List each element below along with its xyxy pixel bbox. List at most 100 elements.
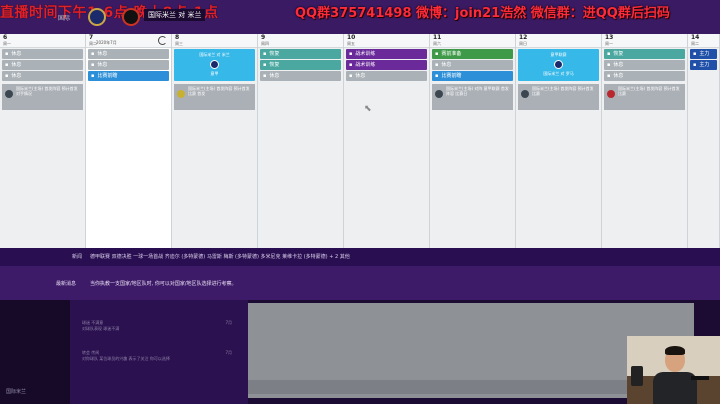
training-session[interactable]: ▪ 休息 [88, 49, 169, 59]
inbox-item[interactable]: 转会 传闻 对你球队 某位球员的兴趣 表示了关注 你可以选择 7月 [82, 350, 232, 362]
match-fixture-card[interactable]: 意甲联赛 国际米兰 对 罗马 [518, 49, 599, 81]
team-badge-icon [607, 90, 615, 98]
inbox-list: 球迷 不满意 对球队表现 球迷不满 7月 转会 传闻 对你球队 某位球员的兴趣 … [70, 300, 248, 404]
day-header: 12 周日 [516, 34, 601, 48]
day-header: 7 周二 2020年7月 [86, 34, 171, 48]
day-weekday: 周五 [347, 41, 355, 46]
calendar-day-10[interactable]: 10 周五 ▪ 战术训练 ▪ 战术训练 ▪ 休息 [344, 34, 430, 248]
session-label: 休息 [269, 73, 280, 79]
session-label: 休息 [613, 73, 624, 79]
lineup-card[interactable]: 国际米兰(主场) 首发阵容 预计首发 比赛 首发 [174, 84, 255, 110]
day-header: 9 周四 [258, 34, 343, 48]
contact-overlay: QQ群375741498 微博：join21浩然 微信群：进QQ群后扫码 [295, 6, 670, 21]
session-label: 恢复 [269, 51, 280, 57]
streamer-webcam [627, 336, 720, 404]
training-session[interactable]: ▪ 休息 [2, 71, 83, 81]
session-icon: ▪ [5, 62, 9, 68]
session-label: 休息 [11, 51, 22, 57]
team-badge-icon [5, 90, 13, 98]
calendar-day-14[interactable]: 14 周二 ▪ 主力 ▪ 主力 [688, 34, 720, 248]
training-session[interactable]: ▪ 主力 [690, 49, 717, 59]
refresh-icon[interactable] [158, 36, 167, 45]
lineup-card[interactable]: 国际米兰(主场) 对阵 意甲联赛 首发阵容 比赛日 [432, 84, 513, 110]
fixture-title: 国际米兰 对 米兰 [199, 52, 230, 57]
calendar-day-7[interactable]: 7 周二 2020年7月 ▪ 休息 ▪ 休息 ▪ 比赛前瞻 [86, 34, 172, 248]
lineup-card[interactable]: 国际米兰(主场) 首发阵容 预计首发 比赛 [604, 84, 685, 110]
inbox-item-time: 7月 [225, 320, 232, 325]
speaker [631, 366, 643, 386]
schedule-calendar: 6 周一 ▪ 休息 ▪ 休息 ▪ 休息 国际米兰(主场) 首发阵容 预计首发 对手情况 7 周二 20… [0, 34, 720, 248]
milan-crest-icon [122, 8, 140, 26]
session-icon: ▪ [263, 51, 267, 57]
calendar-day-11[interactable]: 11 周六 ▪ 赛前准备 ▪ 休息 ▪ 比赛前瞻国际米兰(主场) 对阵 意甲联赛 首发阵容 比… [430, 34, 516, 248]
training-session[interactable]: ▪ 休息 [432, 60, 513, 70]
day-header: 10 周五 [344, 34, 429, 48]
inbox-item-sub: 对球队表现 球迷不满 [82, 326, 120, 331]
training-session[interactable]: ▪ 休息 [604, 71, 685, 81]
training-session[interactable]: ▪ 恢复 [260, 60, 341, 70]
session-label: 主力 [699, 62, 710, 68]
mouse-cursor-icon: ⬉ [364, 104, 372, 114]
day-header: 11 周六 [430, 34, 515, 48]
session-icon: ▪ [91, 73, 95, 79]
match-label[interactable]: 国际米兰 对 米兰 [144, 9, 206, 21]
day-weekday: 周二 [691, 41, 699, 46]
training-session[interactable]: ▪ 主力 [690, 60, 717, 70]
session-icon: ▪ [91, 62, 95, 68]
calendar-day-12[interactable]: 12 周日 意甲联赛 国际米兰 对 罗马国际米兰(主场) 首发阵容 预计首发 比赛 [516, 34, 602, 248]
session-icon: ▪ [5, 51, 9, 57]
inter-crest-icon [88, 8, 106, 26]
calendar-day-9[interactable]: 9 周四 ▪ 恢复 ▪ 恢复 ▪ 休息 [258, 34, 344, 248]
fixture-title: 意甲联赛 [550, 52, 567, 57]
calendar-day-8[interactable]: 8 周三 国际米兰 对 米兰 意甲 国际米兰(主场) 首发阵容 预计首发 比赛 首发 [172, 34, 258, 248]
day-weekday: 周一 [3, 41, 11, 46]
news-ticker[interactable]: 新闻 德甲联赛 双德决胜 一球一场首战 齐迪尔 (多特蒙德) 马雷斯 梅斯 (多… [0, 248, 720, 266]
match-fixture-card[interactable]: 国际米兰 对 米兰 意甲 [174, 49, 255, 81]
session-icon: ▪ [607, 62, 611, 68]
day-weekday: 周三 [175, 41, 183, 46]
session-label: 休息 [97, 62, 108, 68]
session-label: 休息 [11, 73, 22, 79]
training-session[interactable]: ▪ 休息 [260, 71, 341, 81]
left-sidebar: 国际米兰 [0, 300, 70, 404]
training-session[interactable]: ▪ 比赛前瞻 [432, 71, 513, 81]
training-session[interactable]: ▪ 战术训练 [346, 60, 427, 70]
training-session[interactable]: ▪ 战术训练 [346, 49, 427, 59]
session-icon: ▪ [693, 62, 697, 68]
lineup-card[interactable]: 国际米兰(主场) 首发阵容 预计首发 比赛 [518, 84, 599, 110]
session-icon: ▪ [349, 62, 353, 68]
training-session[interactable]: ▪ 休息 [346, 71, 427, 81]
lineup-card-text: 国际米兰(主场) 首发阵容 预计首发 对手情况 [16, 86, 78, 96]
day-weekday: 周一 [605, 41, 613, 46]
session-icon: ▪ [263, 73, 267, 79]
content-scrollbar[interactable] [248, 380, 628, 394]
training-session[interactable]: ▪ 恢复 [260, 49, 341, 59]
training-session[interactable]: ▪ 赛前准备 [432, 49, 513, 59]
latest-news-bar[interactable]: 最新消息 当你执教一支国家/地区队时, 你可以对国家/地区队选择进行考察。 [0, 266, 720, 300]
session-label: 休息 [441, 62, 452, 68]
session-label: 恢复 [269, 62, 280, 68]
session-icon: ▪ [91, 51, 95, 57]
training-session[interactable]: ▪ 休息 [604, 60, 685, 70]
sidebar-user[interactable]: 国际米兰 [6, 388, 26, 395]
day-header: 8 周三 [172, 34, 257, 48]
day-weekday: 周六 [433, 41, 441, 46]
inter-crest-icon [210, 60, 219, 69]
training-session[interactable]: ▪ 休息 [2, 60, 83, 70]
inbox-item[interactable]: 球迷 不满意 对球队表现 球迷不满 7月 [82, 320, 232, 332]
session-label: 战术训练 [355, 51, 376, 57]
lineup-card[interactable]: 国际米兰(主场) 首发阵容 预计首发 对手情况 [2, 84, 83, 110]
session-label: 比赛前瞻 [441, 73, 462, 79]
training-session[interactable]: ▪ 休息 [88, 60, 169, 70]
team-badge-icon [435, 90, 443, 98]
team-badge-icon [521, 90, 529, 98]
training-session[interactable]: ▪ 恢复 [604, 49, 685, 59]
calendar-day-13[interactable]: 13 周一 ▪ 恢复 ▪ 休息 ▪ 休息 国际米兰(主场) 首发阵容 预计首发 比赛 [602, 34, 688, 248]
day-header: 13 周一 [602, 34, 687, 48]
fixture-competition: 意甲 [210, 71, 219, 76]
training-session[interactable]: ▪ 休息 [2, 49, 83, 59]
calendar-day-6[interactable]: 6 周一 ▪ 休息 ▪ 休息 ▪ 休息 国际米兰(主场) 首发阵容 预计首发 对手情况 [0, 34, 86, 248]
day-header: 6 周一 [0, 34, 85, 48]
training-session[interactable]: ▪ 比赛前瞻 [88, 71, 169, 81]
lineup-card-text: 国际米兰(主场) 首发阵容 预计首发 比赛 首发 [188, 86, 250, 96]
